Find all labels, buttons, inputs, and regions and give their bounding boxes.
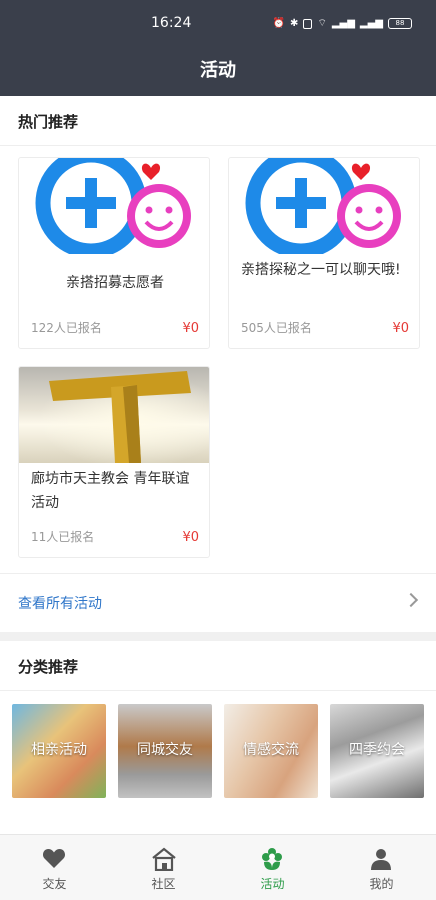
bottom-tab-bar: 交友 社区 活动 我的	[0, 834, 436, 900]
hot-section-title: 热门推荐	[18, 113, 79, 131]
category-tile-emotional-exchange[interactable]: 情感交流	[224, 704, 318, 798]
card-signup-count: 122人已报名	[31, 321, 102, 335]
category-label: 相亲活动	[31, 742, 87, 758]
card-title: 亲搭探秘之一可以聊天哦!	[241, 262, 401, 278]
category-tile-local-friends[interactable]: 同城交友	[118, 704, 212, 798]
category-label: 同城交友	[137, 742, 193, 758]
activity-card-1[interactable]: 亲搭招募志愿者 122人已报名 ¥0	[18, 157, 210, 349]
section-divider	[0, 632, 436, 641]
cross-image	[19, 367, 209, 463]
top-bar: 16:24 ⏰ ✱ ⌔ ▂▄▆ ▂▄▆ 88 活动	[0, 0, 436, 96]
page-title: 活动	[200, 60, 236, 81]
flower-icon	[262, 848, 282, 870]
category-label: 情感交流	[243, 742, 299, 758]
bluetooth-icon: ✱	[290, 18, 299, 29]
card-signup-count: 505人已报名	[241, 321, 312, 335]
tab-label: 我的	[369, 877, 394, 891]
hot-section-header: 热门推荐	[0, 96, 436, 146]
tab-label: 社区	[151, 877, 176, 891]
tab-label: 交友	[42, 877, 67, 891]
heart-icon	[42, 849, 66, 868]
card-price: ¥0	[182, 321, 199, 336]
vibrate-icon	[303, 18, 313, 29]
activity-card-3[interactable]: 廊坊市天主教会 青年联谊活动 11人已报名 ¥0	[18, 366, 210, 558]
card-title: 廊坊市天主教会 青年联谊活动	[31, 471, 190, 511]
card-price: ¥0	[392, 321, 409, 336]
category-section-header: 分类推荐	[0, 641, 436, 691]
signal-2-icon: ▂▄▆	[359, 18, 383, 29]
tab-label: 活动	[260, 877, 285, 891]
tab-friends[interactable]: 交友	[0, 835, 109, 900]
status-time: 16:24	[151, 15, 192, 31]
card-signup-count: 11人已报名	[31, 530, 95, 544]
category-tile-matchmaking[interactable]: 相亲活动	[12, 704, 106, 798]
home-icon	[152, 847, 176, 871]
card-price: ¥0	[182, 530, 199, 545]
view-all-activities[interactable]: 查看所有活动	[0, 573, 436, 631]
category-label: 四季约会	[349, 742, 405, 758]
tab-community[interactable]: 社区	[109, 835, 218, 900]
tab-activities[interactable]: 活动	[218, 835, 327, 900]
category-tile-seasonal-dating[interactable]: 四季约会	[330, 704, 424, 798]
signal-icon: ▂▄▆	[331, 18, 355, 29]
app-logo-image	[229, 158, 419, 254]
category-section-title: 分类推荐	[18, 658, 79, 676]
view-all-label: 查看所有活动	[18, 596, 102, 612]
alarm-icon: ⏰	[272, 18, 286, 29]
battery-icon: 88	[388, 18, 412, 29]
wifi-icon: ⌔	[317, 18, 327, 29]
card-title: 亲搭招募志愿者	[66, 275, 164, 291]
person-icon	[371, 849, 391, 870]
tab-profile[interactable]: 我的	[327, 835, 436, 900]
chevron-right-icon	[403, 592, 419, 608]
status-icons: ⏰ ✱ ⌔ ▂▄▆ ▂▄▆ 88	[273, 17, 412, 30]
activity-card-2[interactable]: 亲搭探秘之一可以聊天哦! 505人已报名 ¥0	[228, 157, 420, 349]
app-logo-image	[19, 158, 209, 254]
